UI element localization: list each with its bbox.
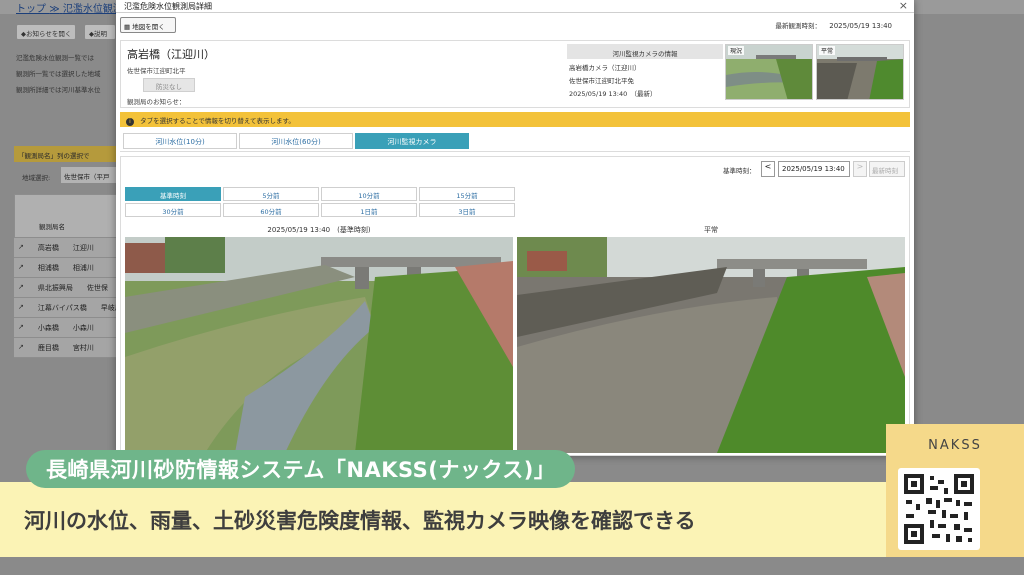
info-bar-text: タブを選択することで情報を切り替えて表示します。 bbox=[140, 117, 295, 125]
qr-code-graphic bbox=[904, 474, 974, 544]
ref-prev-button[interactable]: < bbox=[761, 161, 775, 177]
table-row[interactable]: ↗ 小森橋 小森川 bbox=[14, 318, 118, 338]
camera-name: 高岩橋カメラ（江迎川） bbox=[569, 64, 641, 72]
table-row[interactable]: ↗ 県北振興局 佐世保 bbox=[14, 278, 118, 298]
external-link-icon: ↗ bbox=[18, 343, 24, 351]
qr-code-icon[interactable] bbox=[898, 468, 980, 550]
external-link-icon: ↗ bbox=[18, 283, 24, 291]
map-icon: ▦ bbox=[124, 23, 131, 31]
tab-0[interactable]: 河川水位(10分) bbox=[123, 133, 237, 149]
river-name: 宮村川 bbox=[72, 344, 94, 352]
time-offset-button[interactable]: 30分前 bbox=[125, 203, 221, 217]
time-offset-button[interactable]: 3日前 bbox=[419, 203, 515, 217]
time-offset-button[interactable]: 60分前 bbox=[223, 203, 319, 217]
ref-time-label: 基準時刻： bbox=[723, 167, 756, 175]
breadcrumb-sep: ≫ bbox=[49, 4, 60, 15]
disaster-button[interactable]: 防災なし bbox=[143, 78, 195, 92]
camera-time: 2025/05/19 13:40 （最新） bbox=[569, 90, 657, 98]
video-subtitle-caption: 河川の水位、雨量、土砂災害危険度情報、監視カメラ映像を確認できる bbox=[24, 509, 696, 533]
modal-divider bbox=[116, 12, 914, 13]
open-map-button[interactable]: ▦ 地図を開く bbox=[120, 17, 176, 33]
help-button[interactable]: ◆説明 bbox=[84, 24, 116, 40]
ref-latest-button[interactable]: 最新時刻 bbox=[869, 161, 905, 177]
station-link[interactable]: 高岩橋 bbox=[38, 243, 59, 252]
station-link[interactable]: 鹿目橋 bbox=[38, 343, 59, 352]
left-image-caption: 2025/05/19 13:40 (基準時刻) bbox=[267, 226, 371, 234]
ref-time-input[interactable]: 2025/05/19 13:40 bbox=[778, 161, 850, 177]
station-notice-label: 観測局のお知らせ： bbox=[127, 98, 186, 106]
latest-time-value: 2025/05/19 13:40 bbox=[829, 22, 892, 30]
breadcrumb-page[interactable]: 氾濫水位観測 bbox=[63, 4, 123, 15]
ref-next-button[interactable]: > bbox=[853, 161, 867, 177]
qr-panel: NAKSS bbox=[886, 424, 1024, 557]
thumb-current-label: 現況 bbox=[728, 46, 745, 55]
info-bar: i タブを選択することで情報を切り替えて表示します。 bbox=[120, 112, 910, 127]
camera-photo-current bbox=[125, 237, 513, 453]
camera-panel: 基準時刻： < 2025/05/19 13:40 > 最新時刻 基準時刻 5分前 1… bbox=[120, 156, 910, 456]
desc-line-1: 氾濫危険水位観測一覧では bbox=[16, 54, 94, 62]
table-row[interactable]: ↗ 高岩橋 江迎川 bbox=[14, 238, 118, 258]
table-row[interactable]: ↗ 鹿目橋 宮村川 bbox=[14, 338, 118, 358]
area-select[interactable]: 佐世保市（平戸 bbox=[60, 166, 118, 184]
bg-notice: 「観測局名」列の選択で bbox=[14, 146, 118, 162]
time-offset-button[interactable]: 1日前 bbox=[321, 203, 417, 217]
external-link-icon: ↗ bbox=[18, 263, 24, 271]
desc-line-3: 観測所詳細では河川基準水位 bbox=[16, 86, 101, 94]
camera-address: 佐世保市江迎町北平免 bbox=[569, 77, 634, 85]
camera-image-current bbox=[125, 237, 513, 453]
notice-open-button[interactable]: ◆お知らせを開く bbox=[16, 24, 77, 40]
river-name: 相浦川 bbox=[72, 264, 94, 272]
station-table: 観測局名 ↗高岩橋江迎川↗相浦橋相浦川↗県北振興局佐世保↗江幕バイパス橋早岐川↗… bbox=[14, 194, 118, 358]
river-name: 江迎川 bbox=[72, 244, 94, 252]
station-summary: 高岩橋（江迎川） 佐世保市江迎町北平 防災なし 観測局のお知らせ： 河川監視カメ… bbox=[120, 40, 910, 108]
latest-time: 最新観測時刻： 2025/05/19 13:40 bbox=[776, 20, 892, 30]
tab-bar: 河川水位(10分) 河川水位(60分) 河川監視カメラ bbox=[120, 132, 910, 152]
thumb-normal-label: 平常 bbox=[819, 46, 836, 55]
station-link[interactable]: 小森橋 bbox=[38, 323, 59, 332]
latest-time-label: 最新観測時刻： bbox=[775, 22, 822, 30]
close-icon[interactable]: × bbox=[899, 0, 908, 12]
external-link-icon: ↗ bbox=[18, 303, 24, 311]
station-link[interactable]: 県北振興局 bbox=[38, 283, 73, 292]
thumb-current[interactable]: 現況 bbox=[725, 44, 813, 100]
station-detail-modal: 氾濫危険水位観測局詳細 × ▦ 地図を開く 最新観測時刻： 2025/05/19… bbox=[116, 0, 914, 456]
area-label: 地域選択: bbox=[22, 174, 51, 182]
open-map-label: 地図を開く bbox=[132, 23, 165, 31]
river-name: 佐世保 bbox=[86, 284, 108, 292]
camera-info-title: 河川監視カメラの情報 bbox=[567, 44, 723, 59]
modal-title: 氾濫危険水位観測局詳細 bbox=[124, 2, 212, 11]
camera-image-normal bbox=[517, 237, 905, 453]
thumb-normal[interactable]: 平常 bbox=[816, 44, 904, 100]
camera-info: 河川監視カメラの情報 高岩橋カメラ（江迎川） 佐世保市江迎町北平免 2025/0… bbox=[567, 44, 723, 104]
time-offset-button[interactable]: 5分前 bbox=[223, 187, 319, 201]
time-offset-button[interactable]: 基準時刻 bbox=[125, 187, 221, 201]
station-link[interactable]: 相浦橋 bbox=[38, 263, 59, 272]
station-link[interactable]: 江幕バイパス橋 bbox=[38, 303, 87, 312]
tab-2[interactable]: 河川監視カメラ bbox=[355, 133, 469, 149]
time-offset-button[interactable]: 15分前 bbox=[419, 187, 515, 201]
time-offset-button[interactable]: 10分前 bbox=[321, 187, 417, 201]
station-name: 高岩橋（江迎川） bbox=[127, 48, 215, 61]
qr-label: NAKSS bbox=[928, 438, 982, 453]
camera-photo-normal bbox=[517, 237, 905, 453]
video-title-caption: 長崎県河川砂防情報システム「NAKSS(ナックス)」 bbox=[26, 450, 576, 488]
external-link-icon: ↗ bbox=[18, 243, 24, 251]
station-address: 佐世保市江迎町北平 bbox=[127, 67, 186, 75]
info-icon: i bbox=[126, 118, 134, 126]
desc-line-2: 観測所一覧では選択した地域 bbox=[16, 70, 101, 78]
breadcrumb[interactable]: トップ ≫ 氾濫水位観測 bbox=[16, 0, 123, 15]
external-link-icon: ↗ bbox=[18, 323, 24, 331]
river-name: 小森川 bbox=[72, 324, 94, 332]
right-image-caption: 平常 bbox=[704, 226, 718, 234]
tab-1[interactable]: 河川水位(60分) bbox=[239, 133, 353, 149]
table-header: 観測局名 bbox=[14, 194, 118, 238]
table-row[interactable]: ↗ 相浦橋 相浦川 bbox=[14, 258, 118, 278]
breadcrumb-top[interactable]: トップ bbox=[16, 4, 46, 15]
table-row[interactable]: ↗江幕バイパス橋早岐川 bbox=[14, 298, 118, 318]
